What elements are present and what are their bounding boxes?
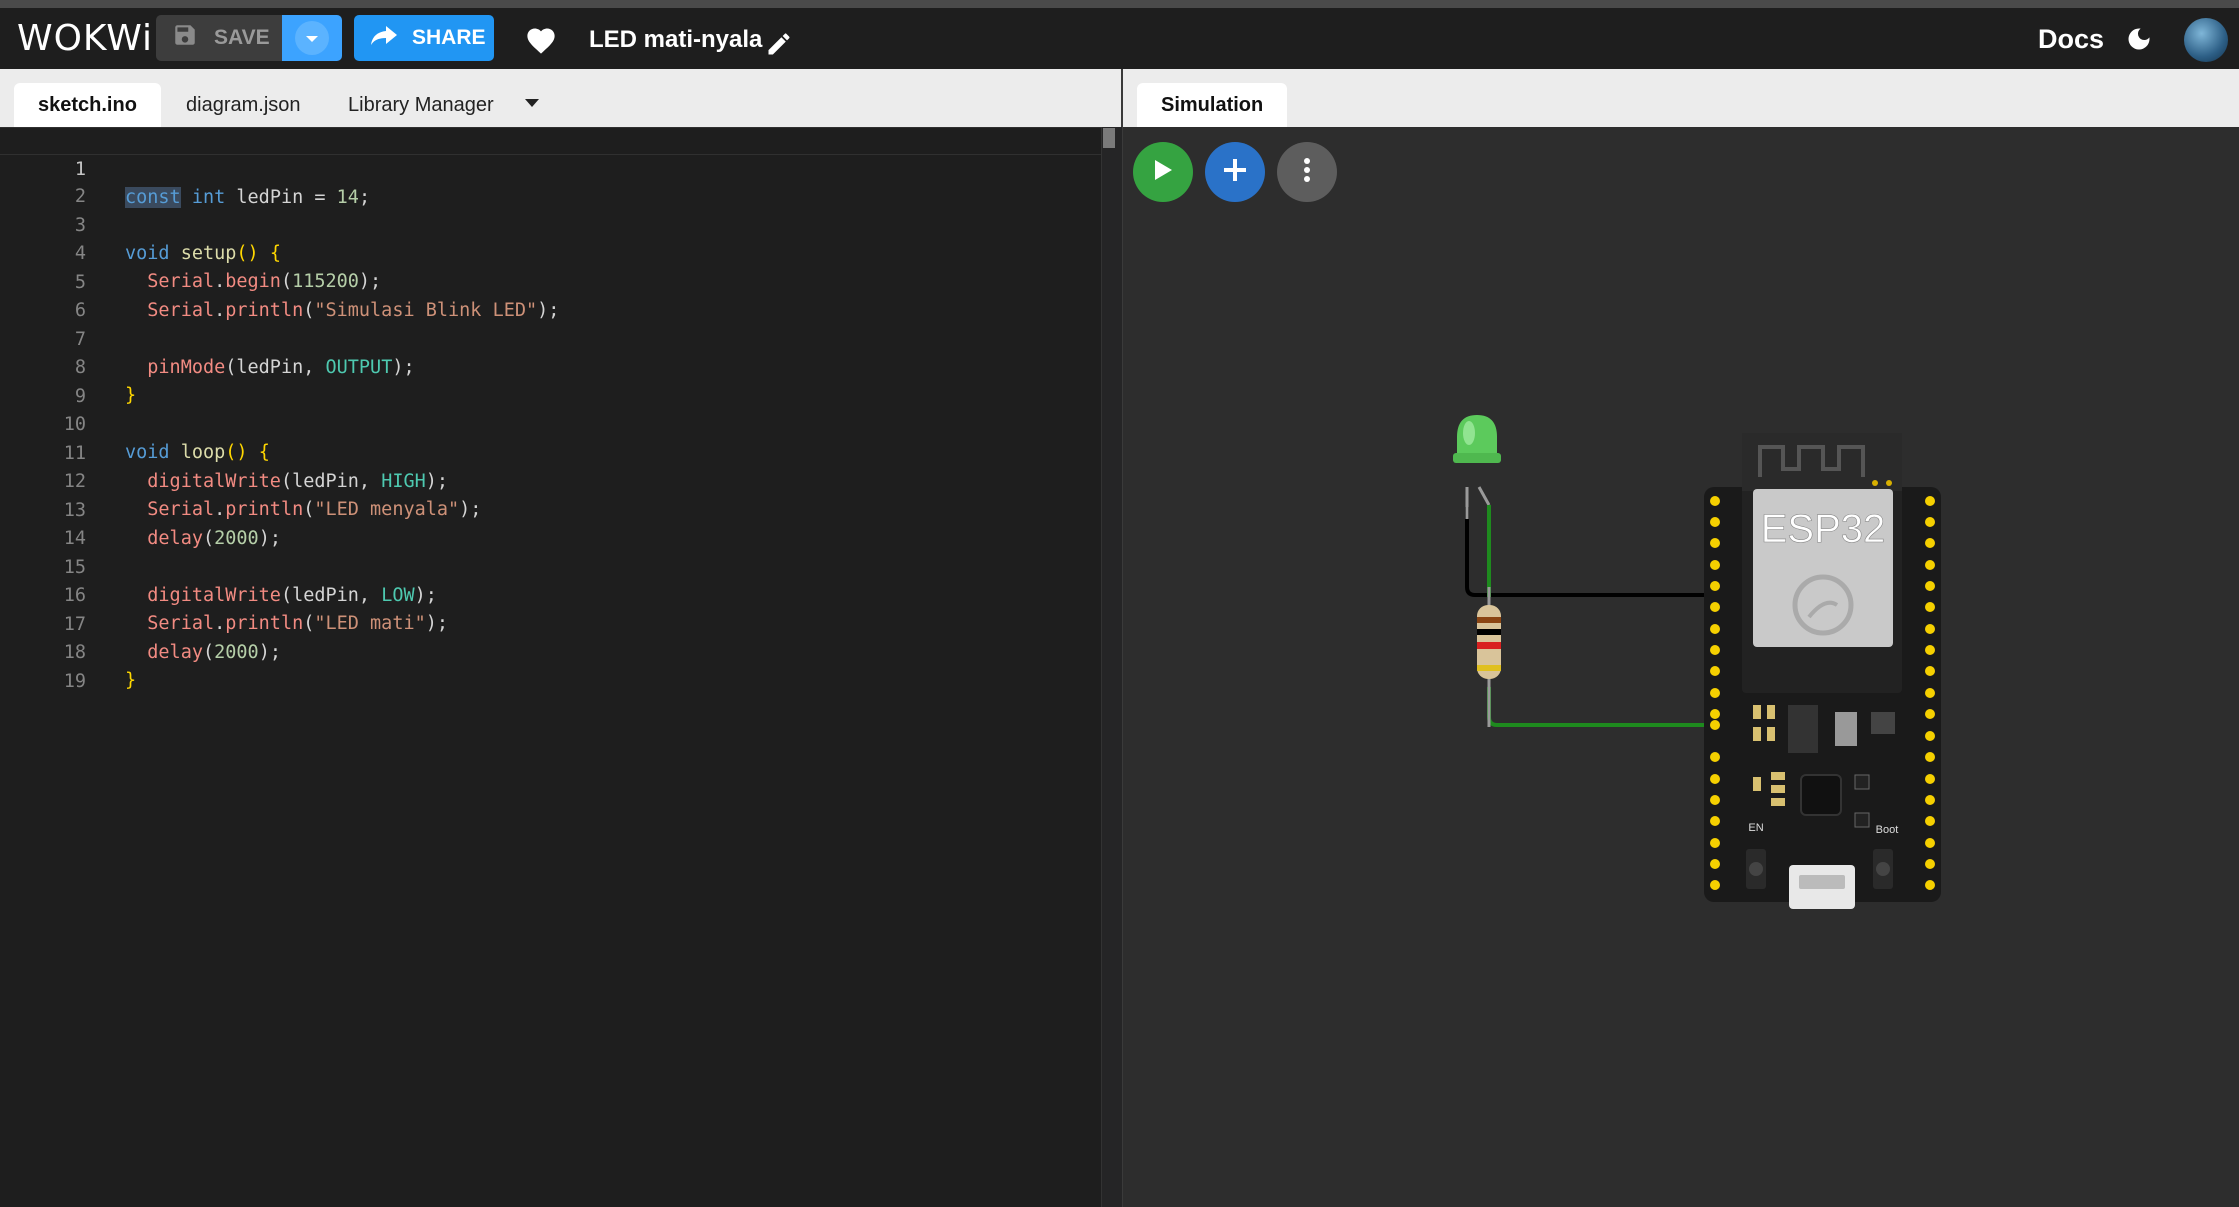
tab-library-manager[interactable]: Library Manager xyxy=(324,83,518,127)
esp32-board[interactable]: ESP32 EN Boot xyxy=(1704,433,1941,909)
editor-scroll-thumb[interactable] xyxy=(1103,128,1115,148)
wire-black[interactable] xyxy=(1465,507,1713,597)
code-line: 19 xyxy=(0,640,1101,692)
tab-label: diagram.json xyxy=(186,93,301,116)
tab-simulation[interactable]: Simulation xyxy=(1137,83,1288,127)
share-button[interactable]: SHARE xyxy=(354,15,494,61)
wire-green-lower[interactable] xyxy=(1487,687,1715,727)
code-line: 8 } xyxy=(0,326,1101,406)
code-line: 9 xyxy=(0,355,1101,407)
code-line: 11 digitalWrite(ledPin, HIGH); xyxy=(0,412,1101,492)
code-line: 16 Serial.println("LED mati"); xyxy=(0,554,1101,634)
boot-label: Boot xyxy=(1876,824,1899,836)
save-button[interactable]: SAVE xyxy=(156,15,282,61)
tab-label: Library Manager xyxy=(348,93,494,116)
wokwi-logo[interactable]: WOKWi xyxy=(17,18,153,59)
code-line: 12 Serial.println("LED menyala"); xyxy=(0,440,1101,520)
code-text: } xyxy=(125,670,137,691)
code-line: 5 Serial.println("Simulasi Blink LED"); xyxy=(0,241,1101,321)
tab-label: sketch.ino xyxy=(38,93,137,116)
line-number: 19 xyxy=(63,671,86,692)
save-dropdown-button[interactable] xyxy=(282,15,342,61)
user-avatar[interactable] xyxy=(2184,18,2228,62)
simulation-tab-bar: Simulation xyxy=(1123,69,2239,127)
code-line: 6 xyxy=(0,269,1101,321)
code-line: 10 void loop() { xyxy=(0,383,1101,463)
circuit-diagram: ESP32 EN Boot xyxy=(1453,415,1941,909)
editor-tab-bar: sketch.ino diagram.json Library Manager xyxy=(0,69,1121,127)
save-icon xyxy=(172,22,198,54)
app-header: WOKWi SAVE SHARE LED mati-nyala Docs xyxy=(0,8,2239,69)
tab-label: Simulation xyxy=(1161,93,1264,116)
code-editor[interactable]: 1 const int ledPin = 14; 2 3 void setup(… xyxy=(0,127,1101,1207)
code-line: 7 pinMode(ledPin, OUTPUT); xyxy=(0,298,1101,378)
resistor[interactable] xyxy=(1477,587,1501,727)
code-line: 14 xyxy=(0,497,1101,549)
heart-icon[interactable] xyxy=(524,25,558,60)
share-label: SHARE xyxy=(412,26,486,49)
save-label: SAVE xyxy=(214,26,270,49)
share-icon xyxy=(370,24,398,52)
code-line: 15 digitalWrite(ledPin, LOW); xyxy=(0,526,1101,606)
editor-scrollbar[interactable] xyxy=(1101,127,1122,1207)
esp32-label: ESP32 xyxy=(1761,507,1886,551)
top-strip xyxy=(0,0,2239,8)
code-line: 2 xyxy=(0,155,1101,207)
tabs-menu-caret-icon[interactable] xyxy=(525,99,539,107)
code-line: 1 const int ledPin = 14; xyxy=(0,127,1101,208)
en-label: EN xyxy=(1748,822,1763,834)
project-title[interactable]: LED mati-nyala xyxy=(589,26,762,54)
code-line: 3 void setup() { xyxy=(0,184,1101,264)
moon-icon[interactable] xyxy=(2125,24,2153,59)
code-line: 4 Serial.begin(115200); xyxy=(0,212,1101,292)
tab-sketch-ino[interactable]: sketch.ino xyxy=(14,83,161,127)
code-line: 13 delay(2000); xyxy=(0,469,1101,549)
code-line: 17 delay(2000); xyxy=(0,583,1101,663)
led-green[interactable] xyxy=(1453,415,1501,519)
docs-link[interactable]: Docs xyxy=(2038,24,2104,55)
pencil-icon[interactable] xyxy=(765,30,793,63)
code-line: 18 } xyxy=(0,611,1101,691)
chevron-down-icon xyxy=(304,26,320,50)
tab-diagram-json[interactable]: diagram.json xyxy=(162,83,325,127)
